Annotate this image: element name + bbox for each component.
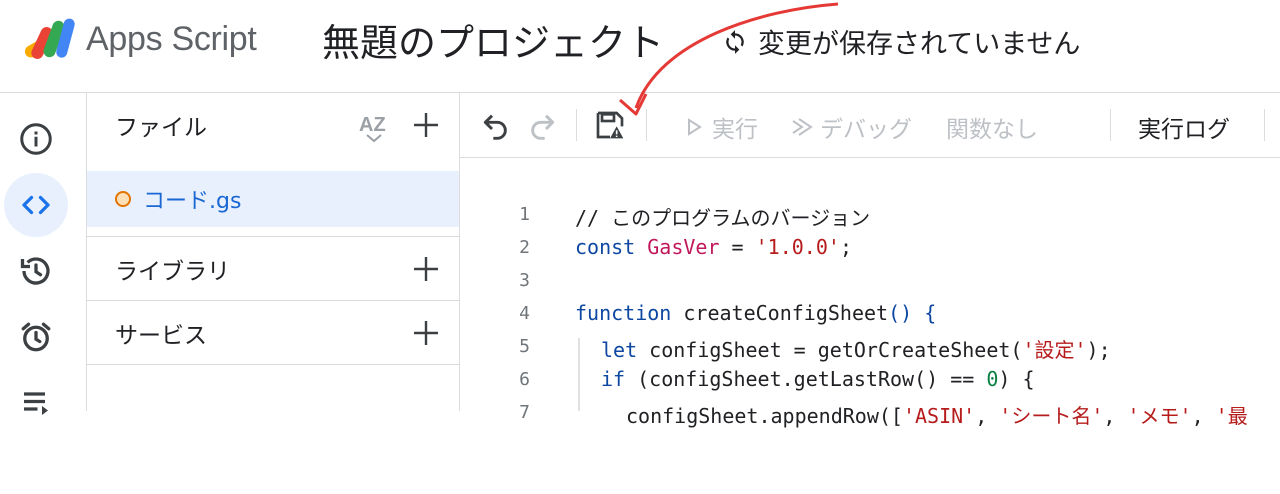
redo-icon[interactable] (526, 109, 558, 141)
code-line: 4 function createConfigSheet() { (460, 299, 1280, 332)
debug-label: デバッグ (820, 117, 912, 143)
code-token: , (975, 404, 1000, 428)
play-icon (688, 118, 702, 136)
toolbar-divider (1264, 109, 1265, 141)
app-header: Apps Script 無題のプロジェクト 変更が保存されていません (0, 0, 1280, 93)
line-number: 4 (519, 303, 530, 324)
code-token: () { (888, 301, 937, 325)
sync-icon (726, 29, 744, 54)
code-token: = (719, 235, 756, 259)
rail-history-button[interactable] (4, 239, 68, 303)
info-icon (20, 123, 52, 155)
list-icon (24, 392, 48, 415)
file-item-code-gs[interactable]: コード.gs (87, 171, 459, 227)
rail-editor-button[interactable] (4, 173, 68, 237)
line-number: 6 (519, 369, 530, 390)
code-line: 7 configSheet.appendRow(['ASIN', 'シート名',… (460, 398, 1280, 431)
line-number: 5 (519, 336, 530, 357)
services-header: サービス (87, 301, 459, 365)
toolbar-divider (646, 109, 647, 141)
apps-script-logo[interactable] (22, 14, 78, 64)
undo-icon[interactable] (480, 109, 512, 141)
editor-area: 実行 デバッグ 関数なし 実行ログ 1 // このプログラムのバージョン 2 c… (460, 93, 1280, 428)
sort-az-icon[interactable]: AZ (357, 109, 391, 143)
save-status-text: 変更が保存されていません (758, 29, 1081, 60)
code-token: , (1191, 404, 1216, 428)
file-panel: ファイル AZ コード.gs ライブラリ サービス (87, 93, 460, 411)
line-number: 1 (519, 204, 530, 225)
toolbar-divider (1110, 109, 1111, 141)
code-token: , (1103, 404, 1128, 428)
run-label: 実行 (712, 117, 758, 143)
debug-button[interactable]: デバッグ (790, 110, 912, 144)
code-token: '最 (1215, 404, 1248, 428)
code-token: 'シート名' (999, 404, 1104, 428)
code-line: 1 // このプログラムのバージョン (460, 200, 1280, 233)
code-token: ); (1086, 338, 1111, 362)
code-line: 5 let configSheet = getOrCreateSheet('設定… (460, 332, 1280, 365)
rail-overview-button[interactable] (4, 107, 68, 171)
libraries-header: ライブラリ (87, 237, 459, 301)
code-token: '1.0.0' (755, 235, 840, 259)
rail-triggers-button[interactable] (4, 305, 68, 369)
code-token: (configSheet.getLastRow() == (625, 367, 987, 391)
run-button[interactable]: 実行 (682, 110, 758, 144)
code-line: 6 if (configSheet.getLastRow() == 0) { (460, 365, 1280, 398)
divider (87, 364, 459, 365)
function-select-value: 関数なし (946, 117, 1038, 143)
save-icon[interactable] (594, 109, 626, 141)
add-service-icon[interactable] (411, 318, 441, 348)
files-header: ファイル AZ (87, 93, 459, 157)
code-token: ) { (998, 367, 1035, 391)
app-name: Apps Script (86, 20, 257, 58)
file-name: コード.gs (143, 189, 242, 214)
code-line: 3 (460, 266, 1280, 299)
sort-az-label: AZ (359, 114, 386, 136)
project-title[interactable]: 無題のプロジェクト (322, 12, 664, 67)
debug-icon (792, 118, 813, 136)
function-select[interactable]: 関数なし (946, 110, 1038, 144)
code-token: GasVer (647, 235, 720, 259)
alarm-icon (21, 322, 51, 352)
code-token: let (601, 338, 638, 362)
toolbar-divider (576, 109, 577, 141)
code-comment: // このプログラムのバージョン (575, 206, 871, 230)
history-icon (20, 257, 50, 285)
code-token: '設定' (1022, 338, 1087, 362)
code-token: configSheet = getOrCreateSheet( (637, 338, 1023, 362)
line-number: 2 (519, 237, 530, 258)
unsaved-indicator-icon (115, 191, 131, 207)
add-library-icon[interactable] (411, 254, 441, 284)
left-rail (0, 93, 87, 415)
code-token: createConfigSheet (671, 301, 889, 325)
code-icon (22, 195, 50, 215)
code-token: 'メモ' (1127, 404, 1192, 428)
libraries-label: ライブラリ (115, 259, 230, 285)
line-number: 7 (519, 402, 530, 423)
execution-log-button[interactable]: 実行ログ (1138, 110, 1230, 144)
line-number: 3 (519, 270, 530, 291)
code-token: configSheet.appendRow([ (626, 404, 903, 428)
code-line: 2 const GasVer = '1.0.0'; (460, 233, 1280, 266)
add-file-icon[interactable] (411, 110, 441, 140)
rail-executions-button[interactable] (4, 371, 68, 435)
services-label: サービス (115, 323, 207, 349)
code-token: function (575, 301, 672, 325)
code-token: ; (839, 235, 852, 259)
code-token: const (575, 235, 636, 259)
save-status: 変更が保存されていません (722, 22, 1080, 61)
code-editor[interactable]: 1 // このプログラムのバージョン 2 const GasVer = '1.0… (460, 158, 1280, 428)
files-label: ファイル (115, 115, 207, 141)
code-token: 'ASIN' (902, 404, 976, 428)
editor-toolbar: 実行 デバッグ 関数なし 実行ログ (460, 93, 1280, 158)
code-token: 0 (986, 367, 999, 391)
code-token: if (601, 367, 626, 391)
